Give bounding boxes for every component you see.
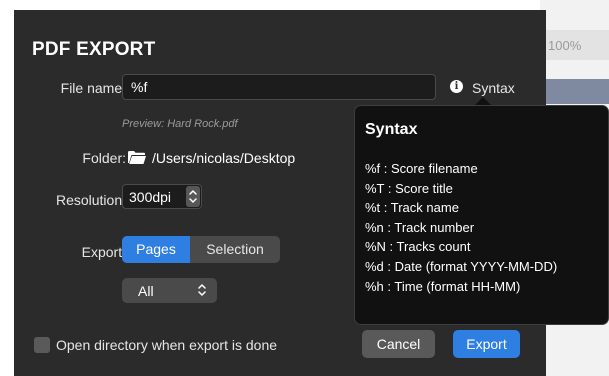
syntax-item: %h : Time (format HH-MM) — [365, 278, 521, 294]
syntax-tooltip: Syntax %f : Score filename %T : Score ti… — [354, 105, 609, 325]
file-preview: Preview: Hard Rock.pdf — [122, 118, 238, 130]
chevron-updown-icon — [198, 284, 206, 296]
export-label: Export: — [81, 244, 126, 260]
folder-label: Folder: — [82, 150, 126, 166]
cancel-button[interactable]: Cancel — [362, 330, 435, 358]
syntax-item: %N : Tracks count — [365, 239, 471, 255]
export-button[interactable]: Export — [453, 330, 520, 358]
syntax-link[interactable]: Syntax — [472, 80, 515, 96]
syntax-item: %f : Score filename — [365, 161, 478, 176]
resolution-value: 300dpi — [129, 189, 172, 205]
resolution-label: Resolution: — [55, 192, 126, 208]
syntax-item: %T : Score title — [365, 180, 453, 196]
pages-select-value: All — [138, 283, 154, 299]
folder-icon[interactable] — [128, 151, 146, 164]
open-directory-checkbox[interactable] — [34, 337, 50, 353]
export-pages-option[interactable]: Pages — [122, 236, 190, 263]
folder-path[interactable]: /Users/nicolas/Desktop — [152, 150, 295, 166]
resolution-select[interactable]: 300dpi — [122, 184, 202, 209]
syntax-item: %d : Date (format YYYY-MM-DD) — [365, 258, 558, 274]
export-segmented-control: Pages Selection — [122, 236, 280, 263]
syntax-item: %t : Track name — [365, 200, 459, 216]
open-directory-label[interactable]: Open directory when export is done — [56, 337, 277, 353]
syntax-item: %n : Track number — [365, 219, 475, 235]
stepper-arrows-icon — [189, 190, 197, 203]
resolution-stepper[interactable] — [186, 186, 200, 207]
dialog-title: PDF EXPORT — [32, 39, 156, 60]
pages-select[interactable]: All — [122, 278, 217, 303]
tooltip-title: Syntax — [365, 121, 418, 138]
syntax-list: %f : Score filename %T : Score title %t … — [365, 159, 557, 296]
zoom-level[interactable]: 100% — [548, 38, 581, 53]
export-selection-option[interactable]: Selection — [190, 236, 280, 263]
file-name-label: File name: — [60, 80, 126, 96]
info-icon[interactable]: i — [450, 80, 463, 93]
file-name-input[interactable]: %f — [122, 74, 436, 100]
background-track-bar — [540, 79, 609, 104]
